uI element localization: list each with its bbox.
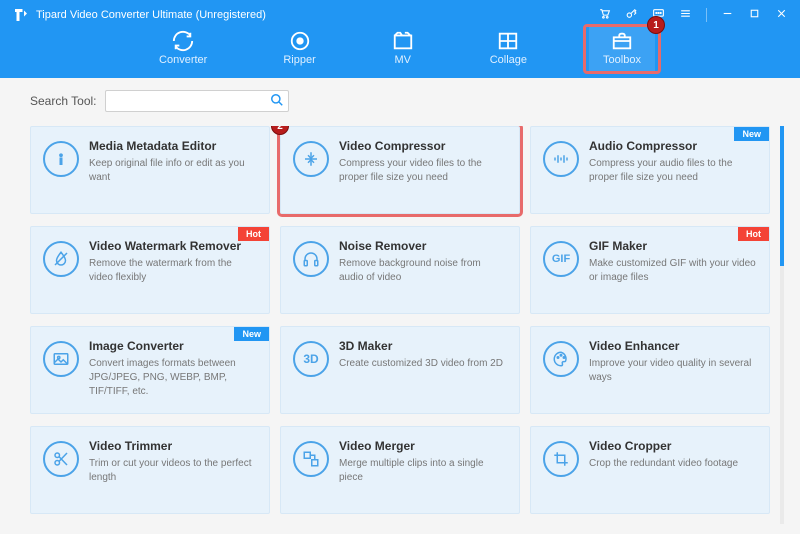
- compress-icon: [293, 141, 329, 177]
- image-icon: [43, 341, 79, 377]
- tool-desc: Compress your audio files to the proper …: [589, 157, 757, 185]
- annotation-step-1: 1: [647, 16, 665, 34]
- tool-title: Video Merger: [339, 439, 507, 453]
- scissors-icon: [43, 441, 79, 477]
- menu-icon[interactable]: [679, 7, 692, 23]
- tool-video-trimmer[interactable]: Video Trimmer Trim or cut your videos to…: [30, 426, 270, 514]
- search-input[interactable]: [105, 90, 289, 112]
- droplet-icon: [43, 241, 79, 277]
- close-icon[interactable]: [775, 7, 788, 23]
- tab-label: MV: [394, 54, 411, 66]
- tool-title: Audio Compressor: [589, 139, 757, 153]
- crop-icon: [543, 441, 579, 477]
- tool-desc: Remove the watermark from the video flex…: [89, 257, 257, 285]
- search-label: Search Tool:: [30, 94, 97, 108]
- tool-title: Video Enhancer: [589, 339, 757, 353]
- tool-video-watermark-remover[interactable]: Hot Video Watermark Remover Remove the w…: [30, 226, 270, 314]
- tool-desc: Improve your video quality in several wa…: [589, 357, 757, 385]
- tool-desc: Make customized GIF with your video or i…: [589, 257, 757, 285]
- palette-icon: [543, 341, 579, 377]
- tab-ripper[interactable]: Ripper: [269, 26, 329, 72]
- tab-converter[interactable]: Converter: [145, 26, 221, 72]
- tool-video-enhancer[interactable]: Video Enhancer Improve your video qualit…: [530, 326, 770, 414]
- tool-title: GIF Maker: [589, 239, 757, 253]
- tool-title: Noise Remover: [339, 239, 507, 253]
- headphones-icon: [293, 241, 329, 277]
- tab-collage[interactable]: Collage: [476, 26, 541, 72]
- tool-title: Video Trimmer: [89, 439, 257, 453]
- hot-badge: Hot: [238, 227, 269, 241]
- tool-desc: Keep original file info or edit as you w…: [89, 157, 257, 185]
- search-icon[interactable]: [270, 93, 284, 110]
- tool-title: Media Metadata Editor: [89, 139, 257, 153]
- tool-desc: Create customized 3D video from 2D: [339, 357, 507, 371]
- tab-label: Collage: [490, 54, 527, 66]
- tool-desc: Crop the redundant video footage: [589, 457, 757, 471]
- tool-title: 3D Maker: [339, 339, 507, 353]
- app-logo: [12, 6, 30, 24]
- tool-audio-compressor[interactable]: New Audio Compressor Compress your audio…: [530, 126, 770, 214]
- gif-icon: GIF: [543, 241, 579, 277]
- tool-video-merger[interactable]: Video Merger Merge multiple clips into a…: [280, 426, 520, 514]
- minimize-icon[interactable]: [721, 7, 734, 23]
- scrollbar-thumb[interactable]: [780, 126, 784, 266]
- tool-video-cropper[interactable]: Video Cropper Crop the redundant video f…: [530, 426, 770, 514]
- key-icon[interactable]: [625, 7, 638, 23]
- scrollbar[interactable]: [780, 126, 784, 524]
- tab-label: Converter: [159, 54, 207, 66]
- tool-gif-maker[interactable]: Hot GIF GIF Maker Make customized GIF wi…: [530, 226, 770, 314]
- new-badge: New: [734, 127, 769, 141]
- tool-title: Image Converter: [89, 339, 257, 353]
- info-icon: [43, 141, 79, 177]
- cart-icon[interactable]: [598, 7, 611, 23]
- tool-desc: Merge multiple clips into a single piece: [339, 457, 507, 485]
- tool-desc: Compress your video files to the proper …: [339, 157, 507, 185]
- tool-video-compressor[interactable]: 2 Video Compressor Compress your video f…: [280, 126, 520, 214]
- tab-mv[interactable]: MV: [378, 26, 428, 72]
- app-title: Tipard Video Converter Ultimate (Unregis…: [36, 9, 266, 21]
- audio-compress-icon: [543, 141, 579, 177]
- tool-title: Video Cropper: [589, 439, 757, 453]
- divider: [706, 8, 707, 22]
- tool-desc: Remove background noise from audio of vi…: [339, 257, 507, 285]
- hot-badge: Hot: [738, 227, 769, 241]
- tool-desc: Trim or cut your videos to the perfect l…: [89, 457, 257, 485]
- 3d-icon: 3D: [293, 341, 329, 377]
- annotation-step-2: 2: [271, 126, 289, 135]
- merge-icon: [293, 441, 329, 477]
- tool-desc: Convert images formats between JPG/JPEG,…: [89, 357, 257, 399]
- tool-title: Video Compressor: [339, 139, 507, 153]
- tab-toolbox[interactable]: Toolbox 1: [589, 26, 655, 72]
- tool-title: Video Watermark Remover: [89, 239, 257, 253]
- tool-noise-remover[interactable]: Noise Remover Remove background noise fr…: [280, 226, 520, 314]
- maximize-icon[interactable]: [748, 7, 761, 23]
- tab-label: Toolbox: [603, 54, 641, 66]
- tool-3d-maker[interactable]: 3D 3D Maker Create customized 3D video f…: [280, 326, 520, 414]
- tab-label: Ripper: [283, 54, 315, 66]
- tool-media-metadata-editor[interactable]: Media Metadata Editor Keep original file…: [30, 126, 270, 214]
- tool-image-converter[interactable]: New Image Converter Convert images forma…: [30, 326, 270, 414]
- new-badge: New: [234, 327, 269, 341]
